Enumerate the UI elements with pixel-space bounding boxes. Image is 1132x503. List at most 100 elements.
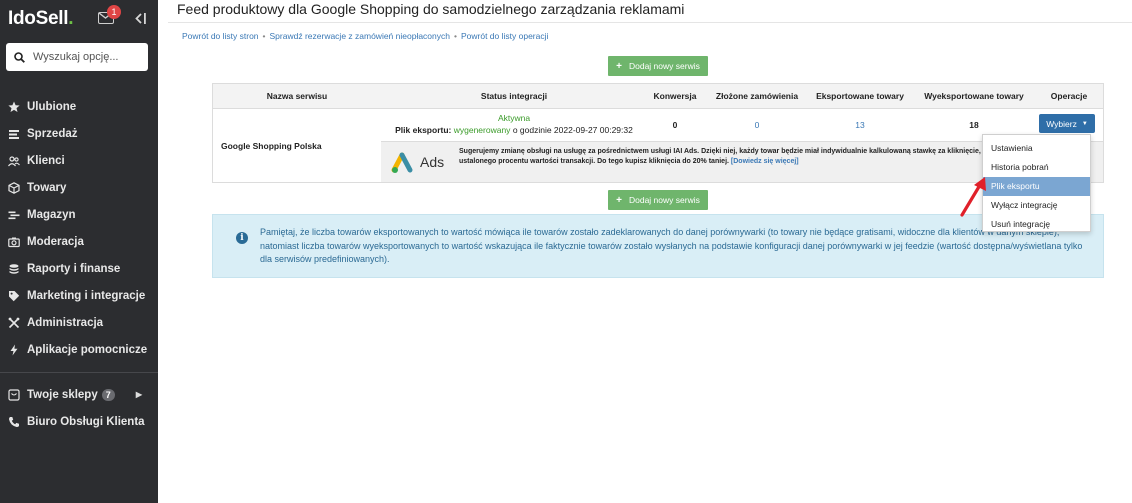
sidebar-item-klienci[interactable]: Klienci — [0, 147, 158, 174]
column-header-orders: Złożone zamówienia — [715, 91, 799, 101]
column-header-status: Status integracji — [480, 91, 548, 101]
sidebar: IdoSell. 1 Ulubione Sprzedaż Klienci — [0, 0, 158, 503]
export-file-state: wygenerowany — [453, 125, 511, 135]
sidebar-item-label: Raporty i finanse — [27, 262, 121, 275]
plus-icon: + — [616, 194, 622, 206]
tools-icon — [8, 317, 20, 329]
exported-done-value: 18 — [969, 120, 979, 130]
store-icon — [8, 388, 20, 401]
breadcrumb-separator: • — [454, 31, 457, 41]
search-icon — [14, 51, 25, 63]
ads-logo-text: Ads — [420, 154, 445, 170]
search-box[interactable] — [6, 43, 148, 71]
sidebar-item-magazyn[interactable]: Magazyn — [0, 201, 158, 228]
column-header-conversion: Konwersja — [653, 91, 697, 101]
menu-item-remove-integration[interactable]: Usuń integrację — [983, 215, 1090, 234]
sidebar-item-label: Magazyn — [27, 208, 76, 221]
ads-text-line1: Sugerujemy zmianę obsługi na usługę za p… — [459, 148, 1022, 155]
sidebar-item-ulubione[interactable]: Ulubione — [0, 93, 158, 120]
bolt-icon — [8, 344, 20, 356]
title-divider — [168, 22, 1132, 23]
red-arrow-annotation-icon — [960, 177, 986, 217]
sidebar-item-label: Moderacja — [27, 235, 84, 248]
logo[interactable]: IdoSell. — [8, 8, 73, 30]
star-icon — [8, 101, 20, 113]
breadcrumb-back-to-operations[interactable]: Powrót do listy operacji — [461, 31, 548, 41]
warehouse-icon — [8, 209, 20, 221]
logo-text: IdoSell — [8, 8, 69, 29]
sidebar-item-label: Twoje sklepy — [27, 388, 98, 401]
menu-item-export-file[interactable]: Plik eksportu — [983, 177, 1090, 196]
menu-item-disable-integration[interactable]: Wyłącz integrację — [983, 196, 1090, 215]
ads-suggestion-text: Sugerujemy zmianę obsługi na usługę za p… — [459, 147, 1059, 167]
info-box: i Pamiętaj, że liczba towarów eksportowa… — [212, 214, 1104, 278]
camera-icon — [8, 236, 20, 248]
column-header-operations: Operacje — [1050, 91, 1088, 101]
app-root: IdoSell. 1 Ulubione Sprzedaż Klienci — [0, 0, 1132, 503]
sidebar-item-towary[interactable]: Towary — [0, 174, 158, 201]
column-header-exported: Eksportowane towary — [816, 91, 904, 101]
sidebar-item-biuro[interactable]: Biuro Obsługi Klienta — [0, 408, 158, 435]
sidebar-item-label: Biuro Obsługi Klienta — [27, 415, 145, 428]
operations-dropdown-menu: Ustawienia Historia pobrań Plik eksportu… — [982, 134, 1091, 232]
sidebar-divider — [0, 372, 158, 373]
shops-count-badge: 7 — [101, 388, 115, 401]
breadcrumb-back-to-pages[interactable]: Powrót do listy stron — [182, 31, 259, 41]
sidebar-item-sprzedaz[interactable]: Sprzedaż — [0, 120, 158, 147]
page-title: Feed produktowy dla Google Shopping do s… — [177, 1, 685, 17]
sidebar-nav: Ulubione Sprzedaż Klienci Towary Magazyn… — [0, 93, 158, 435]
notification-badge: 1 — [107, 5, 121, 19]
sidebar-item-raporty[interactable]: Raporty i finanse — [0, 255, 158, 282]
ads-text-line2: ustalonego procentu wartości transakcji.… — [459, 158, 729, 165]
services-table: Nazwa serwisu Status integracji Konwersj… — [212, 83, 1104, 183]
select-operation-label: Wybierz — [1046, 118, 1077, 129]
add-service-button-bottom[interactable]: + Dodaj nowy serwis — [608, 190, 708, 210]
learn-more-link[interactable]: [Dowiedz się więcej] — [731, 158, 799, 165]
sidebar-item-label: Towary — [27, 181, 67, 194]
main-content: Feed produktowy dla Google Shopping do s… — [158, 0, 1132, 503]
conversion-value: 0 — [672, 120, 678, 130]
sidebar-item-label: Sprzedaż — [27, 127, 78, 140]
sidebar-item-label: Ulubione — [27, 100, 77, 113]
plus-icon: + — [616, 60, 622, 72]
breadcrumb-separator: • — [262, 31, 266, 41]
sidebar-item-administracja[interactable]: Administracja — [0, 309, 158, 336]
info-icon: i — [236, 232, 248, 244]
select-operation-button[interactable]: Wybierz ▼ — [1039, 114, 1095, 133]
sidebar-item-moderacja[interactable]: Moderacja — [0, 228, 158, 255]
collapse-sidebar-icon[interactable] — [134, 12, 146, 27]
table-header: Nazwa serwisu Status integracji Konwersj… — [213, 84, 1103, 109]
sidebar-item-label: Klienci — [27, 154, 65, 167]
box-icon — [8, 181, 20, 194]
exported-link[interactable]: 13 — [807, 120, 913, 130]
menu-item-settings[interactable]: Ustawienia — [983, 139, 1090, 158]
phone-icon — [8, 416, 20, 428]
column-header-exported-done: Wyeksportowane towary — [924, 91, 1024, 101]
orders-link[interactable]: 0 — [707, 120, 807, 130]
column-header-name: Nazwa serwisu — [266, 91, 328, 101]
sidebar-item-marketing[interactable]: Marketing i integracje — [0, 282, 158, 309]
add-service-label: Dodaj nowy serwis — [628, 61, 700, 71]
menu-item-download-history[interactable]: Historia pobrań — [983, 158, 1090, 177]
search-input[interactable] — [33, 51, 143, 63]
logo-dot: . — [68, 8, 74, 29]
sidebar-item-aplikacje[interactable]: Aplikacje pomocnicze — [0, 336, 158, 363]
export-file-label: Plik eksportu: — [395, 125, 452, 135]
caret-right-icon: ▶ — [135, 390, 142, 399]
sidebar-item-label: Administracja — [27, 316, 104, 329]
google-ads-icon — [391, 152, 413, 173]
ads-logo: Ads — [391, 150, 444, 174]
caret-down-icon: ▼ — [1081, 120, 1088, 127]
breadcrumb-check-reservations[interactable]: Sprawdź rezerwacje z zamówień nieopłacon… — [270, 31, 450, 41]
users-icon — [8, 155, 20, 167]
sidebar-item-label: Marketing i integracje — [27, 289, 146, 302]
breadcrumb: Powrót do listy stron • Sprawdź rezerwacje… — [182, 31, 548, 41]
add-service-button-top[interactable]: + Dodaj nowy serwis — [608, 56, 708, 76]
export-file-info: Plik eksportu: wygenerowany o godzinie 2… — [381, 125, 647, 135]
service-name: Google Shopping Polska — [221, 141, 322, 151]
tag-icon — [8, 290, 20, 302]
integration-status: Aktywna — [497, 113, 531, 123]
sidebar-item-twoje-sklepy[interactable]: Twoje sklepy 7 ▶ — [0, 381, 158, 408]
sales-icon — [8, 128, 20, 140]
info-text: Pamiętaj, że liczba towarów eksportowany… — [260, 227, 1083, 264]
